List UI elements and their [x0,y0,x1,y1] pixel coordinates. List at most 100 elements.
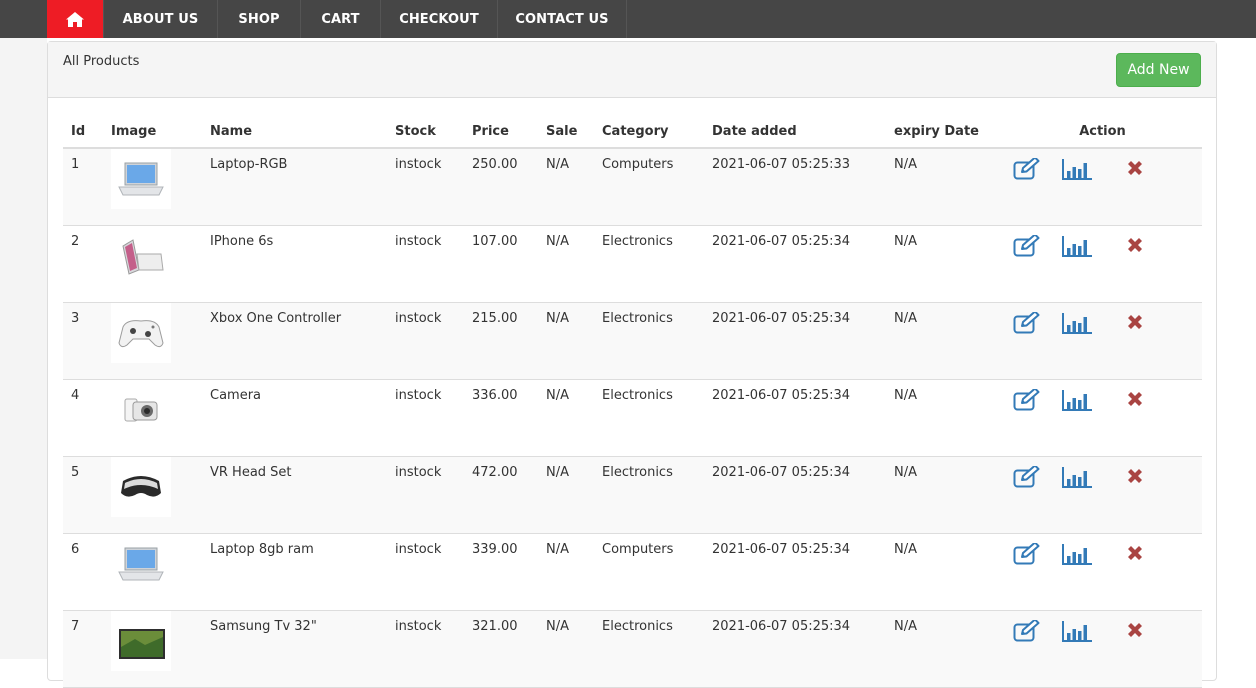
cell-category: Electronics [594,225,704,303]
cell-image [103,379,202,457]
cell-actions [1003,302,1202,380]
stats-button[interactable] [1062,466,1093,488]
stats-icon [1062,312,1092,334]
cell-actions [1003,533,1202,611]
cell-date-added: 2021-06-07 05:25:34 [704,610,886,688]
nav-item-contact-us[interactable]: CONTACT US [498,0,627,38]
cell-id: 7 [63,610,103,688]
panel-heading: All Products Add New [48,42,1216,98]
table-row: 5 VR Head Set instock 472.00 N/A Electro… [63,456,1202,534]
cell-sale: N/A [538,610,594,688]
stats-button[interactable] [1062,158,1093,180]
stats-button[interactable] [1062,235,1093,257]
delete-button[interactable] [1125,158,1145,178]
stats-icon [1062,389,1092,411]
table-row: 1 Laptop-RGB instock 250.00 N/A Computer… [63,148,1202,226]
cell-id: 5 [63,456,103,534]
stats-icon [1062,620,1092,642]
page-title: All Products [63,54,140,69]
stats-button[interactable] [1062,543,1093,565]
cell-id: 4 [63,379,103,457]
cell-category: Computers [594,533,704,611]
cell-name: Camera [202,379,387,457]
edit-icon [1013,388,1040,410]
edit-button[interactable] [1013,388,1040,411]
cell-date-added: 2021-06-07 05:25:34 [704,379,886,457]
edit-button[interactable] [1013,234,1040,257]
delete-button[interactable] [1125,389,1145,409]
top-navbar: ABOUT US SHOP CART CHECKOUT CONTACT US [0,0,1256,38]
nav-item-cart[interactable]: CART [301,0,381,38]
cell-expiry-date: N/A [886,456,1003,534]
cell-sale: N/A [538,302,594,380]
nav-item-checkout[interactable]: CHECKOUT [381,0,498,38]
delete-button[interactable] [1125,466,1145,486]
cell-sale: N/A [538,225,594,303]
cell-stock: instock [387,302,464,380]
cell-stock: instock [387,148,464,226]
row-actions [1011,542,1194,565]
cell-id: 6 [63,533,103,611]
cell-stock: instock [387,379,464,457]
header-action: Action [1003,115,1202,149]
cell-name: VR Head Set [202,456,387,534]
edit-icon [1013,158,1040,180]
header-price: Price [464,115,538,149]
cell-expiry-date: N/A [886,302,1003,380]
stats-button[interactable] [1062,389,1093,411]
camera-image [111,379,171,440]
delete-icon [1128,545,1142,560]
vr-headset-image [111,456,171,517]
header-sale: Sale [538,115,594,149]
delete-button[interactable] [1125,235,1145,255]
header-stock: Stock [387,115,464,149]
row-actions [1011,234,1194,257]
stats-icon [1062,159,1092,180]
edit-button[interactable] [1013,619,1040,642]
laptop-image [111,533,171,594]
nav-menu: ABOUT US SHOP CART CHECKOUT CONTACT US [47,0,627,38]
cell-actions [1003,225,1202,303]
cell-image [103,610,202,688]
delete-button[interactable] [1125,543,1145,563]
header-category: Category [594,115,704,149]
edit-button[interactable] [1013,311,1040,334]
cell-actions [1003,379,1202,457]
cell-stock: instock [387,610,464,688]
edit-button[interactable] [1013,542,1040,565]
header-id: Id [63,115,103,149]
table-row: 2 IPhone 6s instock 107.00 N/A Electroni… [63,225,1202,303]
edit-button[interactable] [1013,465,1040,488]
cell-image [103,533,202,611]
phone-image [111,225,171,286]
delete-button[interactable] [1125,312,1145,332]
cell-date-added: 2021-06-07 05:25:34 [704,456,886,534]
edit-icon [1013,542,1040,564]
delete-button[interactable] [1125,620,1145,640]
nav-item-about-us[interactable]: ABOUT US [104,0,218,38]
cell-image [103,456,202,534]
delete-icon [1128,161,1142,175]
row-actions [1011,619,1194,642]
add-new-button[interactable]: Add New [1116,53,1201,87]
cell-category: Computers [594,148,704,226]
stats-button[interactable] [1062,620,1093,642]
nav-item-shop[interactable]: SHOP [218,0,301,38]
cell-id: 3 [63,302,103,380]
header-image: Image [103,115,202,149]
cell-stock: instock [387,456,464,534]
edit-icon [1013,234,1040,256]
cell-expiry-date: N/A [886,610,1003,688]
stats-button[interactable] [1062,312,1093,334]
row-actions [1011,465,1194,488]
stats-icon [1062,543,1092,565]
laptop-image [111,149,171,209]
delete-icon [1128,314,1142,329]
cell-date-added: 2021-06-07 05:25:34 [704,302,886,380]
cell-sale: N/A [538,148,594,226]
cell-sale: N/A [538,379,594,457]
edit-button[interactable] [1013,158,1040,180]
edit-icon [1013,465,1040,487]
nav-home-button[interactable] [47,0,104,38]
cell-image [103,225,202,303]
